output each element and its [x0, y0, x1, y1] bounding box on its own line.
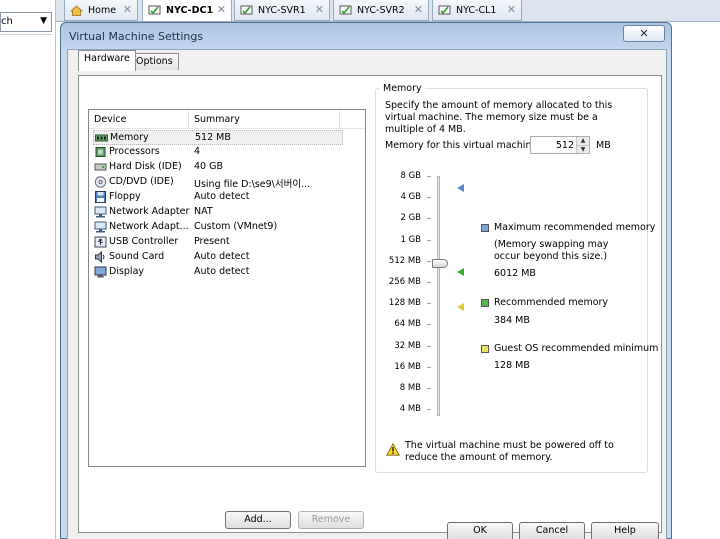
scale-label: 32 MB: [394, 340, 421, 351]
close-icon[interactable]: ✕: [315, 3, 324, 16]
scale-label: 128 MB: [388, 298, 421, 309]
scale-label: 4 MB: [399, 404, 421, 415]
ok-button[interactable]: OK: [447, 522, 513, 539]
divider: [0, 34, 52, 35]
vm-tab-bar: Home ✕ NYC-DC1 ✕ NYC-SVR1 ✕ NYC-SVR2 ✕ N…: [56, 0, 720, 22]
legend-max-value: 6012 MB: [494, 268, 536, 279]
tab-nyc-svr2[interactable]: NYC-SVR2 ✕: [333, 0, 429, 21]
memory-group-label: Memory: [380, 83, 425, 94]
vm-running-icon: [339, 5, 352, 14]
tab-nyc-cl1[interactable]: NYC-CL1 ✕: [432, 0, 522, 21]
scale-tick: [427, 388, 431, 389]
scale-tick: [427, 303, 431, 305]
scale-label: 1 GB: [400, 234, 421, 245]
scale-tick: [427, 260, 431, 262]
close-icon[interactable]: ✕: [507, 3, 516, 16]
memory-size-input[interactable]: 512 ▲ ▼: [530, 136, 590, 154]
scale-tick: [427, 239, 431, 241]
tab-label: Home: [88, 4, 117, 16]
scale-tick: [427, 197, 431, 199]
dialog-title: Virtual Machine Settings: [69, 30, 204, 43]
scale-label: 8 GB: [400, 171, 421, 181]
scale-tick: [427, 218, 431, 220]
close-button[interactable]: ✕: [623, 25, 665, 42]
memory-slider-thumb[interactable]: [432, 259, 448, 268]
close-icon[interactable]: ✕: [123, 3, 132, 16]
legend-square-recommended: [481, 299, 489, 307]
cancel-button[interactable]: Cancel: [519, 522, 585, 539]
legend-recommended-title: Recommended memory: [494, 297, 609, 308]
scale-tick: [427, 324, 431, 326]
legend-max-title: Maximum recommended memory: [494, 222, 656, 233]
memory-warning: The virtual machine must be powered off …: [405, 440, 614, 463]
tab-label: NYC-CL1: [456, 4, 497, 16]
help-button[interactable]: Help: [591, 522, 659, 539]
scale-label: 2 GB: [400, 213, 421, 224]
spin-up-button[interactable]: ▲: [576, 137, 589, 145]
tab-label: NYC-DC1: [166, 5, 214, 16]
scale-tick: [427, 366, 431, 368]
tab-nyc-dc1[interactable]: NYC-DC1 ✕: [142, 0, 232, 22]
legend-guest-min-value: 128 MB: [494, 360, 530, 371]
memory-slider-track[interactable]: [437, 176, 440, 416]
left-combo-text: ch: [1, 16, 13, 27]
vm-running-icon: [240, 5, 253, 14]
memory-field-label: Memory for this virtual machine:: [385, 140, 541, 151]
scale-tick: [427, 345, 431, 347]
tab-options[interactable]: Options: [130, 53, 179, 70]
max-recommended-marker: [457, 184, 464, 192]
left-panel: ch ▼: [0, 0, 56, 539]
scale-tick: [427, 282, 431, 283]
legend-guest-min-title: Guest OS recommended minimum: [494, 343, 659, 354]
scale-label: 16 MB: [394, 361, 421, 372]
scale-label: 256 MB: [388, 277, 421, 287]
tab-options-label: Options: [136, 56, 173, 67]
spin-down-button[interactable]: ▼: [576, 145, 589, 153]
tab-hardware-label: Hardware: [84, 53, 130, 64]
vm-running-icon: [148, 5, 161, 15]
scale-tick: [427, 409, 431, 411]
scale-tick: [427, 176, 431, 177]
left-combo[interactable]: ch ▼: [0, 12, 52, 32]
scale-label: 512 MB: [388, 255, 421, 266]
tab-hardware[interactable]: Hardware: [78, 50, 136, 71]
close-icon[interactable]: ✕: [217, 3, 226, 16]
tab-label: NYC-SVR1: [258, 4, 306, 16]
tab-home[interactable]: Home ✕: [64, 0, 138, 21]
memory-size-value: 512: [555, 140, 574, 151]
close-icon[interactable]: ✕: [414, 3, 423, 16]
home-icon: [70, 4, 83, 16]
memory-description: Specify the amount of memory allocated t…: [385, 100, 613, 135]
tab-nyc-svr1[interactable]: NYC-SVR1 ✕: [234, 0, 330, 21]
recommended-marker: [457, 268, 464, 276]
legend-recommended-value: 384 MB: [494, 315, 530, 326]
legend-square-max: [481, 224, 489, 232]
vm-running-icon: [438, 5, 451, 14]
legend-square-guest-min: [481, 345, 489, 353]
warning-icon: [386, 443, 400, 456]
scale-label: 8 MB: [399, 383, 421, 393]
scale-label: 64 MB: [394, 319, 421, 330]
memory-unit: MB: [596, 140, 611, 151]
memory-panel: Memory Specify the amount of memory allo…: [76, 74, 660, 532]
guest-os-minimum-marker: [457, 303, 464, 311]
close-icon: ✕: [639, 27, 649, 40]
legend-max-note: (Memory swapping may occur beyond this s…: [494, 239, 609, 262]
scale-label: 4 GB: [400, 192, 421, 203]
chevron-down-icon: ▼: [40, 16, 47, 26]
tab-label: NYC-SVR2: [357, 4, 405, 16]
